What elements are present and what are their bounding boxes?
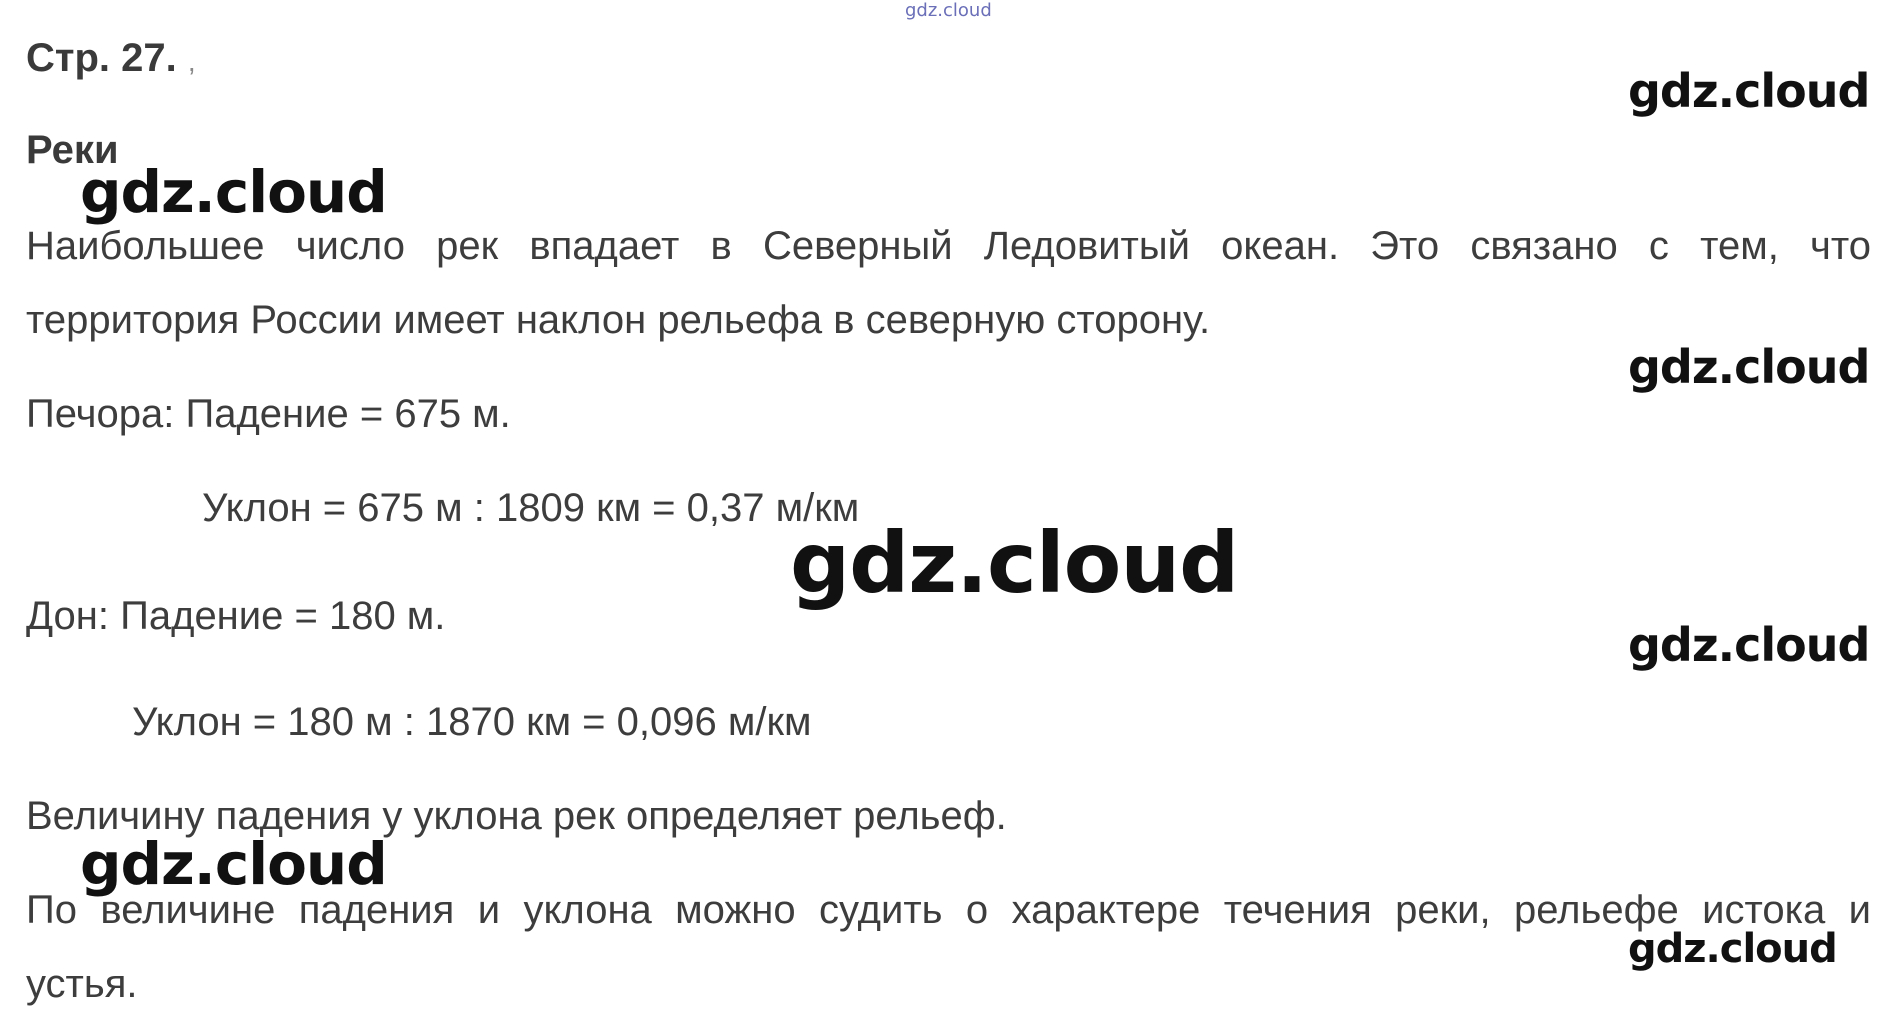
page-label-text: Стр. 27. <box>26 36 177 80</box>
watermark: gdz.cloud <box>80 830 388 898</box>
pechora-slope: Уклон = 675 м : 1809 км = 0,37 м/км <box>202 486 860 530</box>
site-mark: gdz.cloud <box>905 0 992 21</box>
page-label: Стр. 27. , <box>26 36 196 81</box>
watermark: gdz.cloud <box>1628 926 1838 972</box>
watermark: gdz.cloud <box>1628 64 1870 118</box>
page-label-trailing: , <box>187 46 196 77</box>
intro-line-1: Наибольшее число рек впадает в Северный … <box>26 224 1871 268</box>
don-slope: Уклон = 180 м : 1870 км = 0,096 м/км <box>132 700 812 744</box>
watermark: gdz.cloud <box>790 514 1239 612</box>
watermark: gdz.cloud <box>80 158 388 226</box>
don-fall: Дон: Падение = 180 м. <box>26 594 446 638</box>
pechora-fall: Печора: Падение = 675 м. <box>26 392 511 436</box>
intro-line-2: территория России имеет наклон рельефа в… <box>26 298 1211 342</box>
watermark: gdz.cloud <box>1628 618 1870 672</box>
watermark: gdz.cloud <box>1628 340 1870 394</box>
conclusion-line-2: устья. <box>26 962 138 1006</box>
